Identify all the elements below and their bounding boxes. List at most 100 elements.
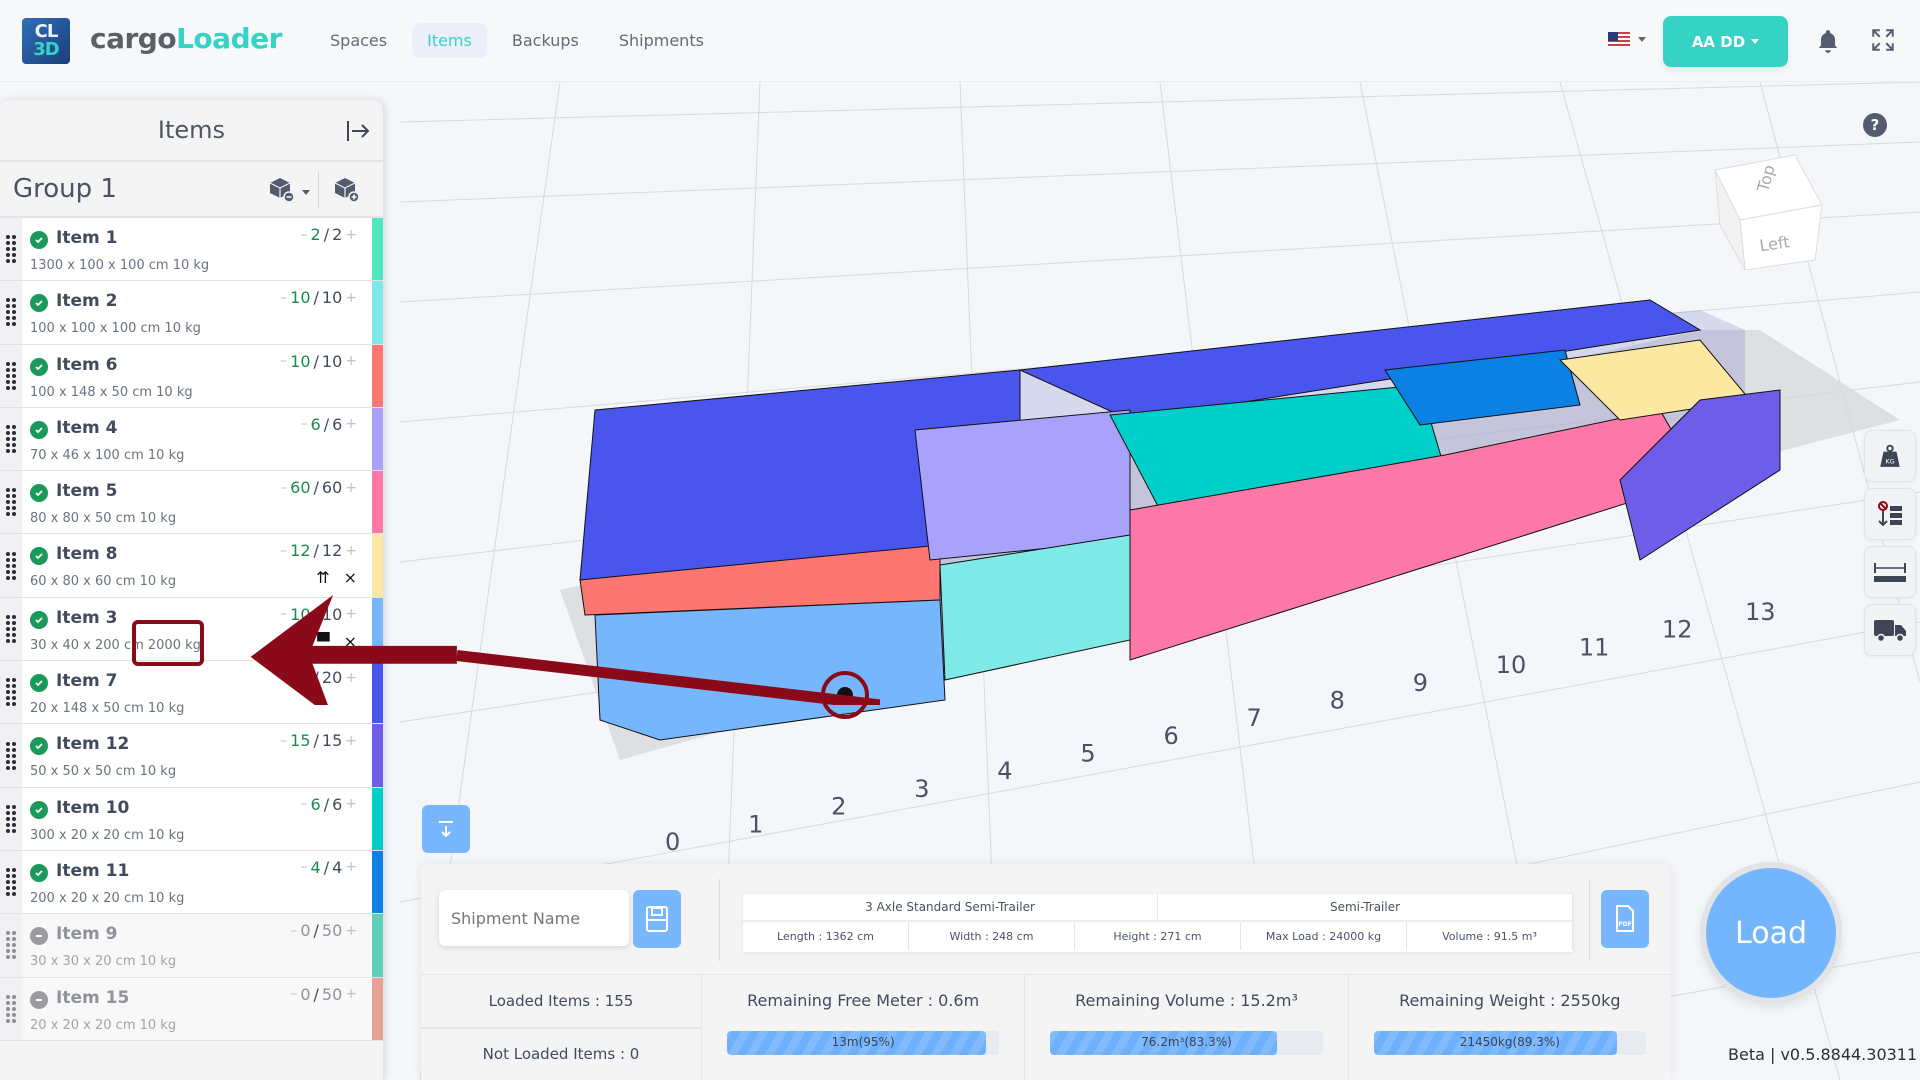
drag-handle-icon[interactable] <box>0 661 22 724</box>
save-button[interactable] <box>633 890 681 948</box>
bell-icon[interactable] <box>1815 28 1841 54</box>
measure-tool-button[interactable] <box>1864 546 1916 598</box>
decrease-quantity-button[interactable]: – <box>280 290 287 306</box>
item-row[interactable]: Item 15 20 x 20 x 20 cm 10 kg –0/50 + <box>0 977 383 1041</box>
drag-handle-icon[interactable] <box>0 218 22 281</box>
drag-handle-icon[interactable] <box>0 724 22 787</box>
loaded-check-icon[interactable] <box>30 610 48 629</box>
drag-handle-icon[interactable] <box>0 281 22 344</box>
quantity-separator: / <box>313 478 319 498</box>
item-color-swatch[interactable] <box>372 281 383 344</box>
loaded-check-icon[interactable] <box>30 863 48 882</box>
decrease-quantity-button[interactable]: – <box>280 733 287 749</box>
export-pdf-button[interactable]: PDF <box>1601 890 1649 948</box>
language-caret-icon[interactable] <box>1638 37 1646 42</box>
item-row[interactable]: Item 5 80 x 80 x 50 cm 10 kg –60/60 + <box>0 471 383 535</box>
download-button[interactable] <box>422 805 470 853</box>
remove-items-icon[interactable] <box>268 176 296 204</box>
increase-quantity-button[interactable]: + <box>345 543 357 559</box>
increase-quantity-button[interactable]: + <box>345 227 357 243</box>
decrease-quantity-button[interactable]: – <box>301 859 308 875</box>
item-color-swatch[interactable] <box>372 977 383 1040</box>
decrease-quantity-button[interactable]: – <box>290 923 297 939</box>
item-color-swatch[interactable] <box>372 407 383 471</box>
item-color-swatch[interactable] <box>372 344 383 407</box>
loaded-check-icon[interactable] <box>30 484 48 503</box>
user-menu-button[interactable]: AA DD <box>1663 16 1788 67</box>
increase-quantity-button[interactable]: + <box>345 986 357 1002</box>
collapse-sidebar-icon[interactable] <box>345 118 371 144</box>
loaded-check-icon[interactable] <box>30 231 48 249</box>
item-dimensions: 20 x 20 x 20 cm 10 kg <box>30 1017 177 1033</box>
stacking-tool-button[interactable] <box>1864 488 1916 540</box>
drag-handle-icon[interactable] <box>0 914 22 977</box>
not-loaded-icon[interactable] <box>30 990 48 1009</box>
item-row[interactable]: Item 11 200 x 20 x 20 cm 10 kg –4/4 + <box>0 850 383 915</box>
item-color-swatch[interactable] <box>372 787 383 850</box>
item-row[interactable]: Item 12 50 x 50 x 50 cm 10 kg –15/15 + <box>0 724 383 788</box>
increase-quantity-button[interactable]: + <box>345 480 357 496</box>
cargo-item4[interactable] <box>914 409 1131 561</box>
help-icon[interactable]: ? <box>1863 113 1887 137</box>
view-cube[interactable]: Top Left <box>1710 150 1822 270</box>
vehicle-name[interactable]: 3 Axle Standard Semi-Trailer <box>743 894 1158 920</box>
item-color-swatch[interactable] <box>372 850 383 914</box>
drag-handle-icon[interactable] <box>0 850 22 914</box>
item-row[interactable]: Item 10 300 x 20 x 20 cm 10 kg –6/6 + <box>0 787 383 851</box>
add-items-icon[interactable] <box>333 176 361 204</box>
item-color-swatch[interactable] <box>372 218 383 281</box>
increase-quantity-button[interactable]: + <box>345 859 357 875</box>
drag-handle-icon[interactable] <box>0 977 22 1040</box>
increase-quantity-button[interactable]: + <box>345 416 357 432</box>
nav-spaces[interactable]: Spaces <box>315 23 402 58</box>
item-row[interactable]: Item 2 100 x 100 x 100 cm 10 kg –10/10 + <box>0 281 383 345</box>
item-row[interactable]: Item 9 30 x 30 x 20 cm 10 kg –0/50 + <box>0 914 383 978</box>
fullscreen-icon[interactable] <box>1870 27 1896 53</box>
drag-handle-icon[interactable] <box>0 534 22 597</box>
weight-tool-button[interactable]: KG <box>1864 430 1916 482</box>
load-button[interactable]: Load <box>1700 862 1842 1004</box>
increase-quantity-button[interactable]: + <box>345 796 357 812</box>
nav-backups[interactable]: Backups <box>497 23 594 58</box>
drag-handle-icon[interactable] <box>0 597 22 661</box>
decrease-quantity-button[interactable]: – <box>301 416 308 432</box>
increase-quantity-button[interactable]: + <box>345 733 357 749</box>
item-color-swatch[interactable] <box>372 534 383 597</box>
loaded-check-icon[interactable] <box>30 737 48 756</box>
nav-items[interactable]: Items <box>412 23 487 58</box>
decrease-quantity-button[interactable]: – <box>280 353 287 369</box>
item-row[interactable]: Item 8 60 x 80 x 60 cm 10 kg –12/12 + ⇈ ⨯ <box>0 534 383 598</box>
decrease-quantity-button[interactable]: – <box>290 986 297 1002</box>
drag-handle-icon[interactable] <box>0 787 22 850</box>
group-title[interactable]: Group 1 <box>13 174 117 204</box>
nav-shipments[interactable]: Shipments <box>604 23 719 58</box>
loaded-check-icon[interactable] <box>30 420 48 439</box>
decrease-quantity-button[interactable]: – <box>280 543 287 559</box>
loaded-check-icon[interactable] <box>30 674 48 693</box>
item-color-swatch[interactable] <box>372 914 383 977</box>
decrease-quantity-button[interactable]: – <box>301 796 308 812</box>
loaded-check-icon[interactable] <box>30 547 48 566</box>
loaded-check-icon[interactable] <box>30 294 48 313</box>
drag-handle-icon[interactable] <box>0 471 22 534</box>
drag-handle-icon[interactable] <box>0 344 22 407</box>
decrease-quantity-button[interactable]: – <box>280 480 287 496</box>
shipment-name-input[interactable] <box>439 890 629 946</box>
not-loaded-icon[interactable] <box>30 927 48 946</box>
drag-handle-icon[interactable] <box>0 407 22 471</box>
item-row[interactable]: Item 4 70 x 46 x 100 cm 10 kg –6/6 + <box>0 407 383 472</box>
item-color-swatch[interactable] <box>372 724 383 787</box>
loaded-check-icon[interactable] <box>30 357 48 376</box>
increase-quantity-button[interactable]: + <box>345 290 357 306</box>
loaded-check-icon[interactable] <box>30 800 48 819</box>
increase-quantity-button[interactable]: + <box>345 923 357 939</box>
truck-tool-button[interactable] <box>1864 604 1916 656</box>
remove-items-caret-icon[interactable] <box>302 190 310 195</box>
us-flag-icon[interactable] <box>1608 32 1630 48</box>
decrease-quantity-button[interactable]: – <box>301 227 308 243</box>
item-color-swatch[interactable] <box>372 471 383 534</box>
app-logo[interactable]: CL 3D <box>22 18 70 64</box>
item-row[interactable]: Item 1 1300 x 100 x 100 cm 10 kg –2/2 + <box>0 218 383 282</box>
increase-quantity-button[interactable]: + <box>345 353 357 369</box>
item-row[interactable]: Item 6 100 x 148 x 50 cm 10 kg –10/10 + <box>0 344 383 408</box>
